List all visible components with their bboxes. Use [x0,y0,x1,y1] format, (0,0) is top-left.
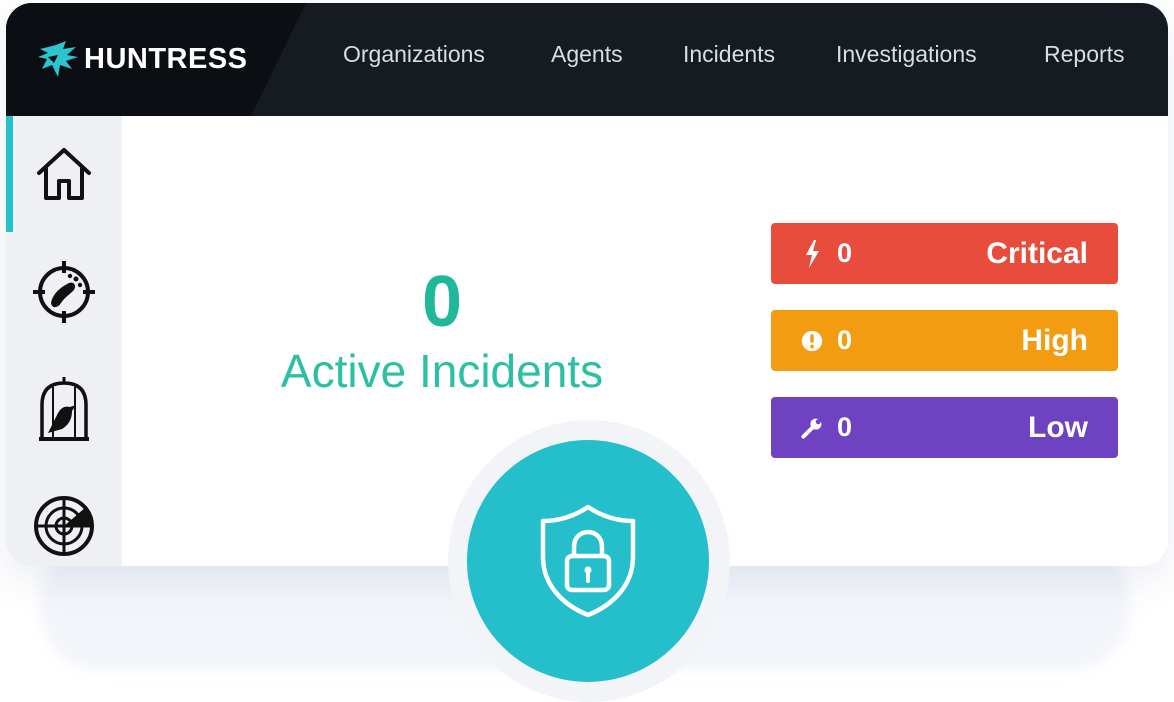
active-incident-count: 0 [421,262,463,342]
nav-item-reports[interactable]: Reports [1044,41,1125,68]
home-icon [37,148,91,200]
sidebar [6,116,122,566]
low-label: Low [1028,410,1088,444]
exclamation-circle-icon [801,326,823,356]
nav-item-investigations[interactable]: Investigations [836,41,977,68]
critical-label: Critical [986,236,1088,270]
bird-cage-icon [39,377,89,441]
sidebar-item-canaries[interactable] [28,374,100,446]
severity-low-button[interactable]: 0 Low [771,397,1118,458]
severity-critical-button[interactable]: 0 Critical [771,223,1118,284]
high-count: 0 [837,325,853,355]
lightning-icon [801,239,823,269]
active-incidents-label: Active Incidents [280,345,604,397]
severity-high-button[interactable]: 0 High [771,310,1118,371]
sidebar-item-home[interactable] [28,138,100,210]
nav-item-organizations[interactable]: Organizations [343,41,485,68]
main-nav: Organizations Agents Incidents Investiga… [6,41,1168,81]
top-navbar: HUNTRESS Organizations Agents Incidents … [6,3,1168,116]
sidebar-item-radar[interactable] [28,490,100,562]
sidebar-item-hunt[interactable] [28,256,100,328]
footprint-target-icon [33,261,95,323]
high-label: High [1021,323,1088,357]
security-badge [467,440,709,682]
sidebar-active-indicator [6,116,13,232]
wrench-icon [801,413,823,443]
nav-item-incidents[interactable]: Incidents [683,41,775,68]
shield-lock-icon [540,504,636,618]
nav-item-agents[interactable]: Agents [551,41,623,68]
radar-icon [34,496,94,556]
low-count: 0 [837,412,853,442]
critical-count: 0 [837,238,853,268]
